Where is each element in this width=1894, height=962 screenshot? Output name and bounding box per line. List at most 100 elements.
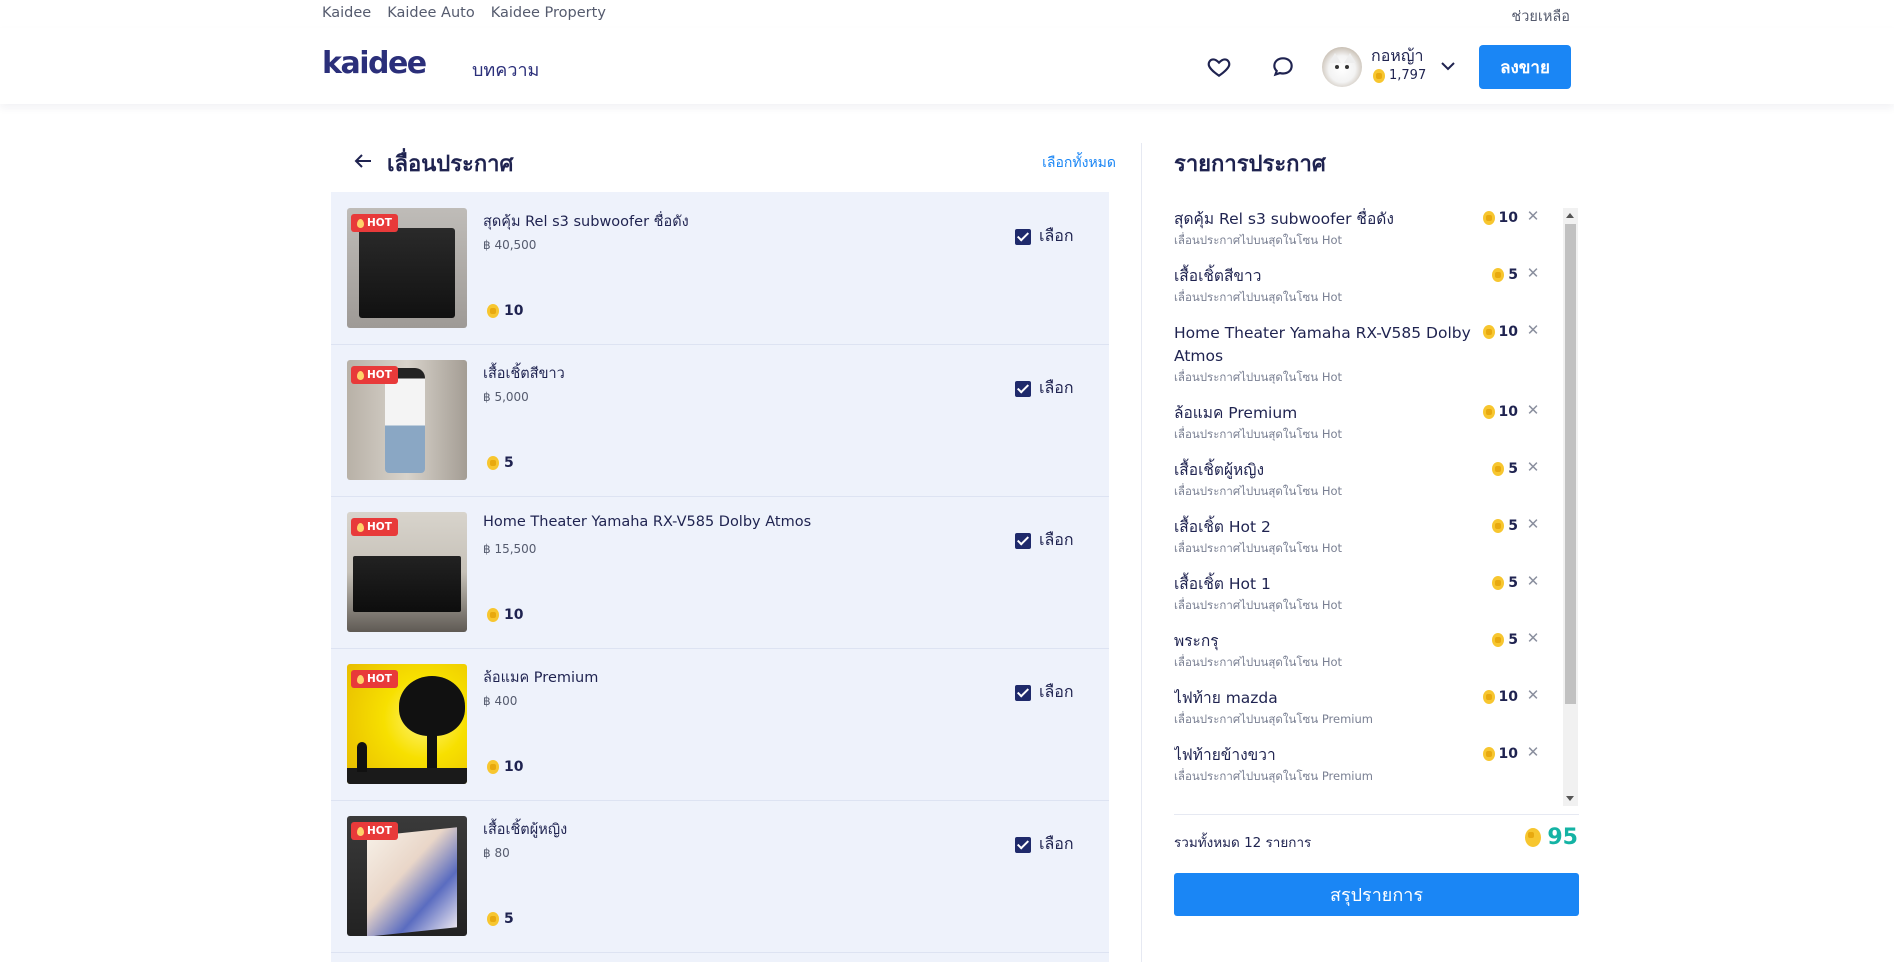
total-coins: 95 (1525, 825, 1578, 850)
coin-icon (1492, 519, 1505, 533)
listing-title[interactable]: ล้อแมค Premium (483, 666, 598, 689)
remove-icon[interactable]: ✕ (1526, 688, 1540, 703)
listing-coin-cost: 10 (487, 759, 523, 775)
scroll-down-icon[interactable] (1566, 796, 1574, 801)
hot-badge: HOT (351, 822, 398, 840)
coin-icon (1492, 462, 1505, 476)
kaidee-logo[interactable]: kaidee (322, 46, 427, 81)
listing-list: HOT สุดคุ้ม Rel s3 subwoofer ชื่อดัง ฿ 4… (331, 192, 1109, 962)
coin-icon (487, 608, 499, 622)
summary-button[interactable]: สรุปรายการ (1174, 873, 1579, 916)
nav-articles-link[interactable]: บทความ (472, 55, 539, 84)
flame-icon (357, 826, 364, 836)
listing-title[interactable]: เสื้อเชิ้ตสีขาว (483, 362, 565, 385)
selected-item-zone: เลื่อนประกาศไปบนสุดในโซน Hot (1174, 290, 1343, 304)
user-coin-balance: 1,797 (1373, 68, 1426, 83)
panel-divider (1141, 143, 1142, 962)
listing-thumbnail[interactable]: HOT (347, 208, 467, 328)
heart-icon[interactable] (1206, 54, 1232, 80)
selected-item-coins: 5 (1492, 575, 1518, 591)
checkbox-checked-icon[interactable] (1015, 228, 1031, 245)
selected-item-zone: เลื่อนประกาศไปบนสุดในโซน Hot (1174, 598, 1343, 612)
chat-icon[interactable] (1270, 54, 1296, 80)
hot-badge: HOT (351, 214, 398, 232)
selected-item-zone: เลื่อนประกาศไปบนสุดในโซน Premium (1174, 712, 1373, 726)
scrollbar-thumb[interactable] (1565, 224, 1576, 704)
scroll-up-icon[interactable] (1566, 213, 1574, 218)
select-checkbox[interactable]: เลือก (1015, 680, 1074, 705)
list-item: HOT ล้อแมค Premium ฿ 400 10 เลือก (331, 648, 1109, 801)
flame-icon (357, 674, 364, 684)
listing-coin-cost: 10 (487, 607, 523, 623)
remove-icon[interactable]: ✕ (1526, 745, 1540, 760)
listing-thumbnail[interactable]: HOT (347, 512, 467, 632)
coin-icon (1492, 633, 1505, 647)
chevron-down-icon[interactable] (1438, 56, 1458, 76)
hot-badge: HOT (351, 518, 398, 536)
selected-item-coins: 10 (1482, 689, 1518, 705)
remove-icon[interactable]: ✕ (1526, 517, 1540, 532)
selected-item-title: เสื้อเชิ้ตผู้หญิง (1174, 461, 1265, 479)
listing-title[interactable]: เสื้อเชิ้ตผู้หญิง (483, 818, 567, 841)
hot-badge: HOT (351, 670, 398, 688)
listing-title[interactable]: Home Theater Yamaha RX-V585 Dolby Atmos (483, 514, 811, 530)
listing-title[interactable]: สุดคุ้ม Rel s3 subwoofer ชื่อดัง (483, 210, 689, 233)
list-item: HOT สุดคุ้ม Rel s3 subwoofer ชื่อดัง ฿ 4… (331, 192, 1109, 345)
user-avatar[interactable] (1322, 47, 1362, 87)
coin-icon (1525, 828, 1542, 847)
remove-icon[interactable]: ✕ (1526, 460, 1540, 475)
listing-coin-cost: 5 (487, 455, 514, 471)
listing-thumbnail[interactable]: HOT (347, 816, 467, 936)
list-item: HOT Home Theater Yamaha RX-V585 Dolby At… (331, 496, 1109, 649)
remove-icon[interactable]: ✕ (1526, 209, 1540, 224)
link-kaidee-auto[interactable]: Kaidee Auto (387, 5, 475, 21)
selected-item-title: เสื้อเชิ้ต Hot 2 (1174, 518, 1271, 536)
coin-icon (487, 304, 499, 318)
user-coins-value: 1,797 (1389, 68, 1427, 83)
coin-icon (487, 912, 499, 926)
listing-thumbnail[interactable]: HOT (347, 360, 467, 480)
remove-icon[interactable]: ✕ (1526, 403, 1540, 418)
post-ad-button[interactable]: ลงขาย (1479, 45, 1571, 89)
selected-item-title: เสื้อเชิ้ต Hot 1 (1174, 575, 1271, 593)
selected-item-title: เสื้อเชิ้ตสีขาว (1174, 267, 1262, 285)
select-checkbox[interactable]: เลือก (1015, 832, 1074, 857)
selected-item-zone: เลื่อนประกาศไปบนสุดในโซน Premium (1174, 769, 1373, 783)
coin-icon (487, 760, 499, 774)
selected-item-zone: เลื่อนประกาศไปบนสุดในโซน Hot (1174, 427, 1343, 441)
link-kaidee[interactable]: Kaidee (322, 5, 371, 21)
checkbox-checked-icon[interactable] (1015, 380, 1031, 397)
select-checkbox[interactable]: เลือก (1015, 224, 1074, 249)
checkbox-checked-icon[interactable] (1015, 532, 1031, 549)
remove-icon[interactable]: ✕ (1526, 631, 1540, 646)
selected-item-coins: 5 (1492, 267, 1518, 283)
remove-icon[interactable]: ✕ (1526, 266, 1540, 281)
user-name[interactable]: กอหญ้า (1371, 44, 1423, 69)
select-all-link[interactable]: เลือกทั้งหมด (1042, 152, 1116, 174)
checkbox-checked-icon[interactable] (1015, 836, 1031, 853)
remove-icon[interactable]: ✕ (1526, 323, 1540, 338)
main-header: kaidee บทความ กอหญ้า 1,797 ลงขาย (0, 28, 1894, 104)
remove-icon[interactable]: ✕ (1526, 574, 1540, 589)
help-link[interactable]: ช่วยเหลือ (1511, 5, 1570, 28)
coin-icon (1482, 747, 1495, 761)
selected-item-zone: เลื่อนประกาศไปบนสุดในโซน Hot (1174, 655, 1343, 669)
listing-price: ฿ 5,000 (483, 390, 529, 404)
checkbox-checked-icon[interactable] (1015, 684, 1031, 701)
coin-icon (1492, 268, 1505, 282)
selected-list-title: รายการประกาศ (1174, 152, 1326, 177)
listing-thumbnail[interactable]: HOT (347, 664, 467, 784)
selected-item-title: สุดคุ้ม Rel s3 subwoofer ชื่อดัง (1174, 210, 1394, 228)
coin-icon (1492, 576, 1505, 590)
select-checkbox[interactable]: เลือก (1015, 528, 1074, 553)
selected-item-title: ไฟท้ายข้างขวา (1174, 746, 1276, 764)
back-arrow-icon[interactable] (352, 150, 374, 172)
summary-divider (1174, 814, 1579, 815)
list-scrollbar[interactable] (1563, 208, 1578, 806)
site-links: Kaidee Kaidee Auto Kaidee Property (322, 5, 606, 21)
selected-listing-list[interactable]: สุดคุ้ม Rel s3 subwoofer ชื่อดัง เลื่อนป… (1174, 208, 1564, 806)
link-kaidee-property[interactable]: Kaidee Property (491, 5, 606, 21)
select-checkbox[interactable]: เลือก (1015, 376, 1074, 401)
coin-icon (487, 456, 499, 470)
list-item: HOT เสื้อเชิ้ตสีขาว ฿ 5,000 5 เลือก (331, 344, 1109, 497)
